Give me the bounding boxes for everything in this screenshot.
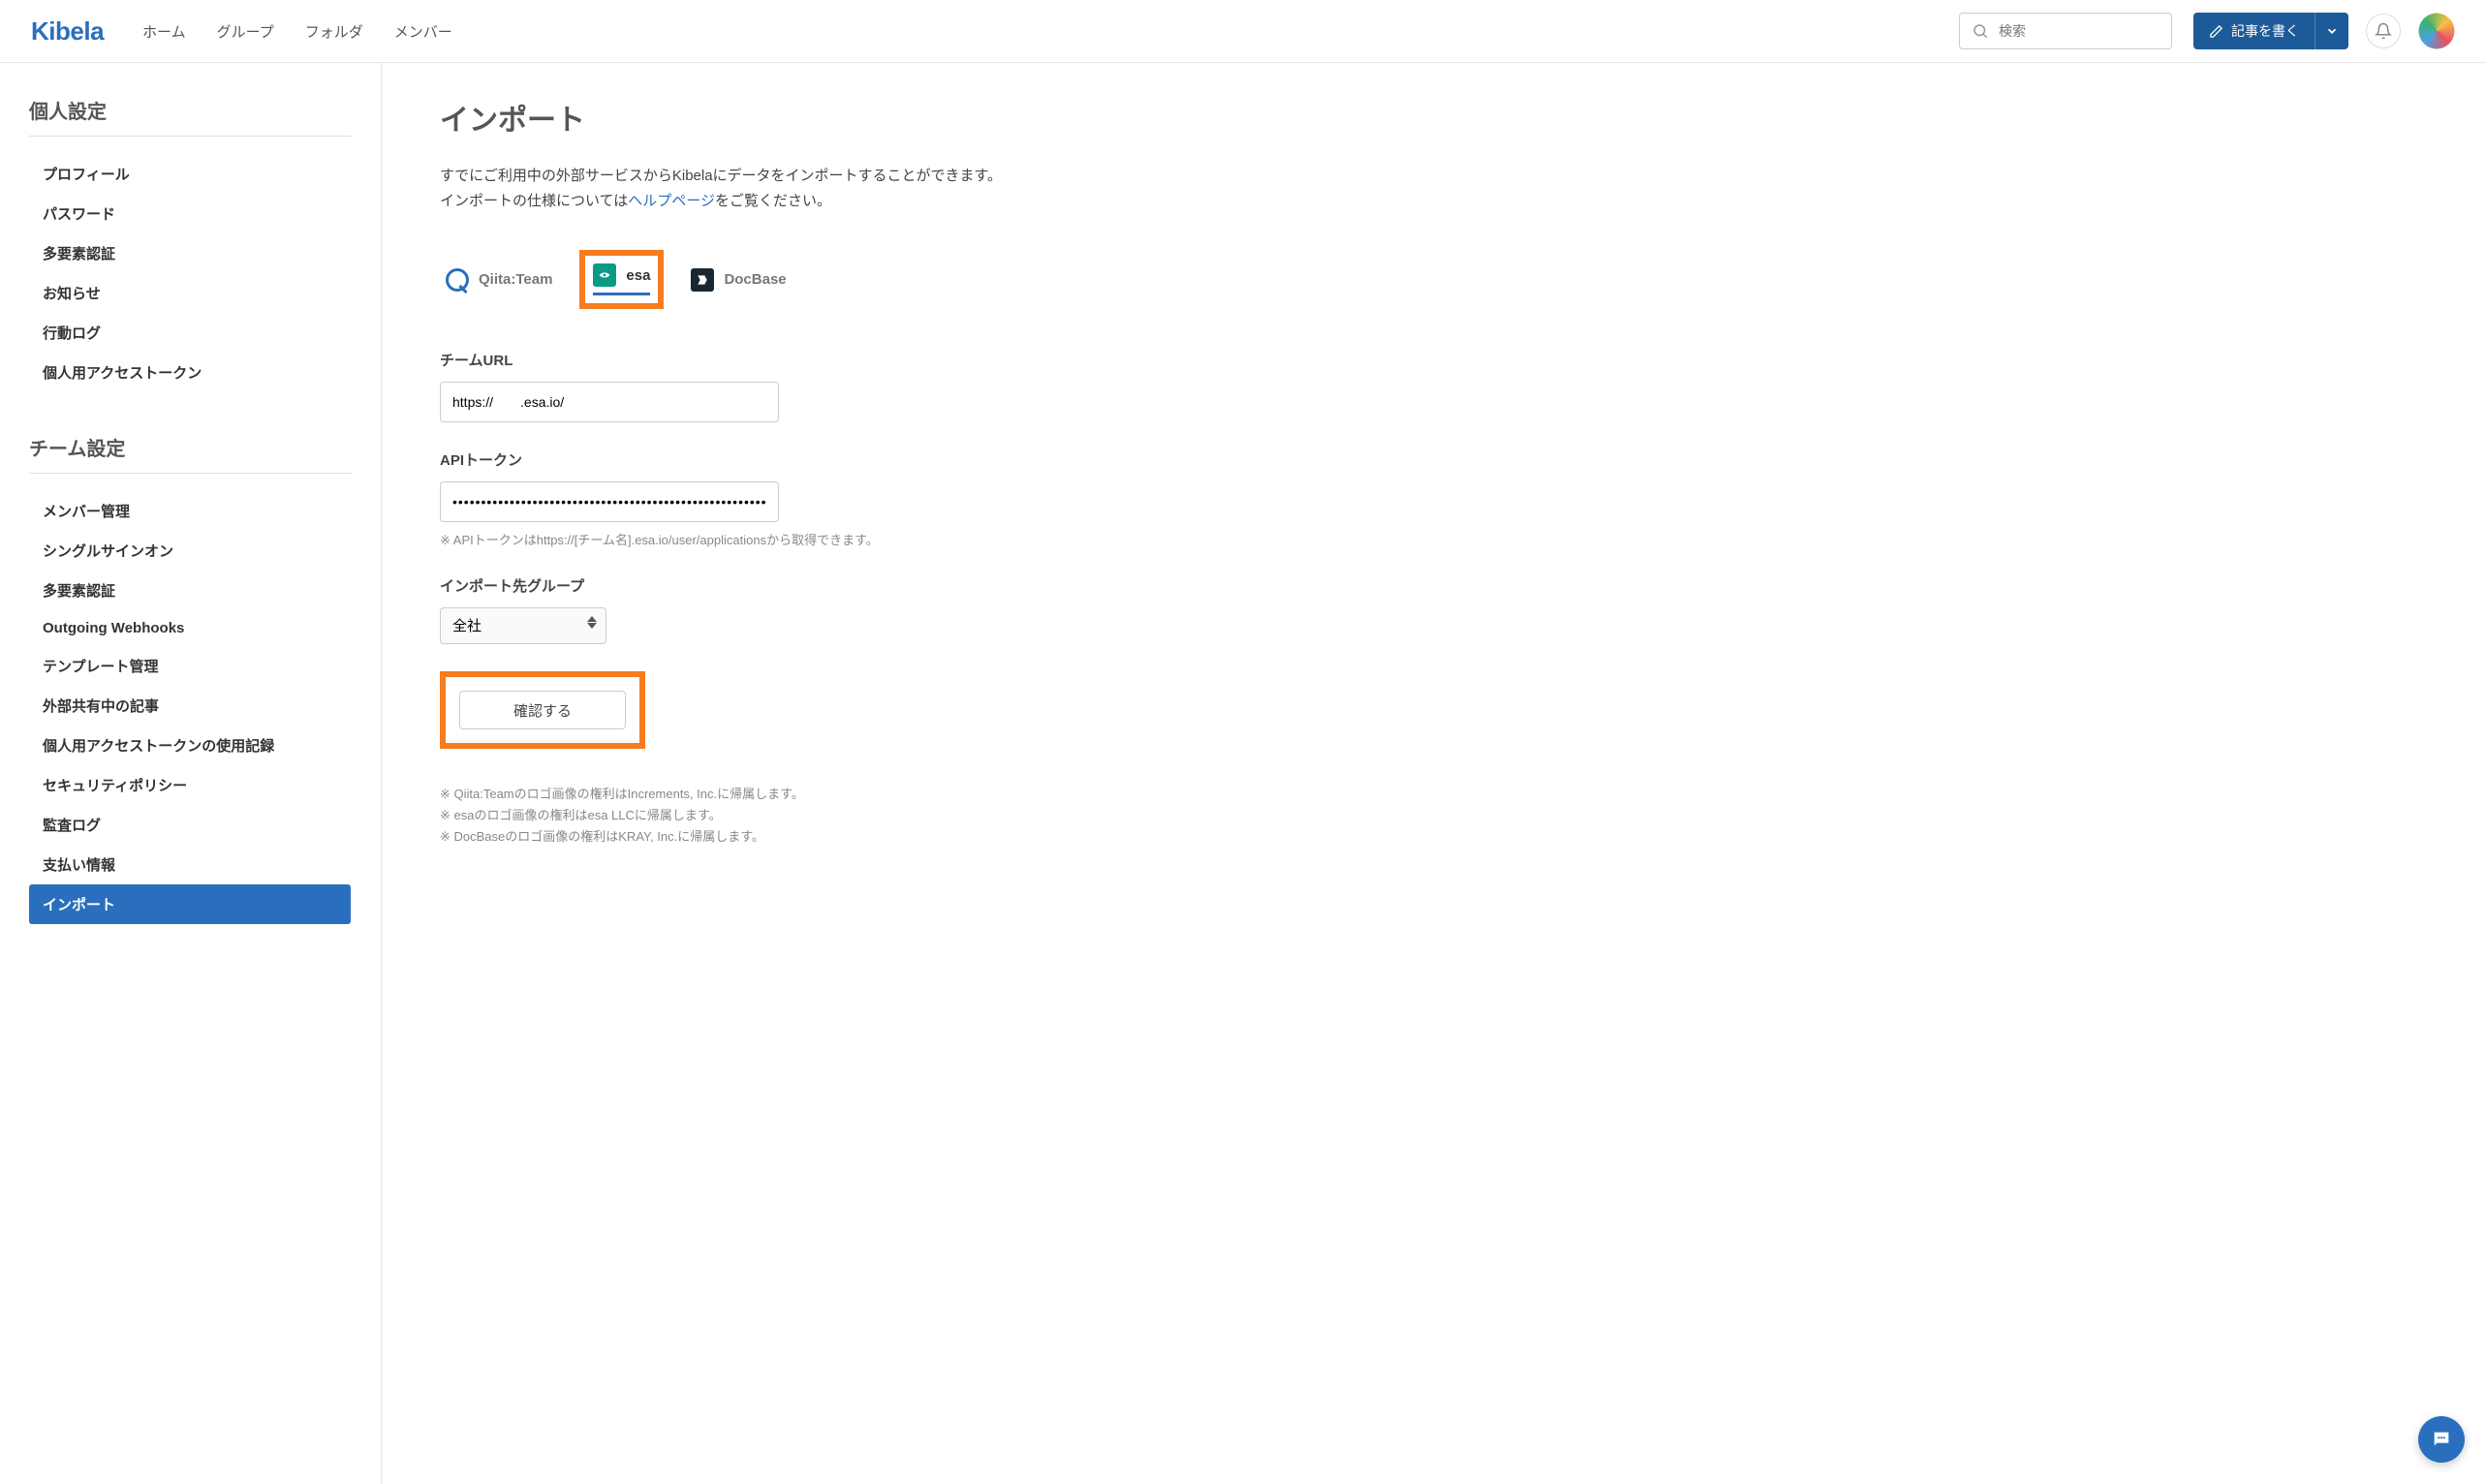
sidebar-item-tokens[interactable]: 個人用アクセストークン (29, 353, 352, 392)
sidebar-item-notices[interactable]: お知らせ (29, 273, 352, 313)
footnote-docbase: ※ DocBaseのロゴ画像の権利はKRAY, Inc.に帰属します。 (440, 826, 2428, 848)
nav-groups[interactable]: グループ (217, 21, 274, 42)
logo[interactable]: Kibela (31, 16, 104, 46)
docbase-icon (691, 268, 714, 292)
intro-line2: インポートの仕様についてはヘルプページをご覧ください。 (440, 189, 2428, 214)
sidebar-item-shared[interactable]: 外部共有中の記事 (29, 686, 352, 726)
sidebar-item-members[interactable]: メンバー管理 (29, 491, 352, 531)
sidebar-section-personal: 個人設定 (29, 96, 352, 137)
sidebar-item-webhooks[interactable]: Outgoing Webhooks (29, 610, 352, 646)
chevron-down-icon (2325, 24, 2339, 38)
service-esa-label: esa (626, 267, 650, 284)
intro-line1: すでにご利用中の外部サービスからKibelaにデータをインポートすることができま… (440, 164, 2428, 189)
api-token-hint: ※ APIトークンはhttps://[チーム名].esa.io/user/app… (440, 530, 2428, 548)
sidebar-item-activity[interactable]: 行動ログ (29, 313, 352, 353)
sidebar-item-sso[interactable]: シングルサインオン (29, 531, 352, 571)
qiita-icon (446, 268, 469, 292)
service-tabs: Qiita:Team esa DocBase (440, 250, 2428, 309)
field-api-token: APIトークン ※ APIトークンはhttps://[チーム名].esa.io/… (440, 449, 2428, 548)
sidebar: 個人設定 プロフィール パスワード 多要素認証 お知らせ 行動ログ 個人用アクセ… (0, 63, 382, 1484)
service-docbase-label: DocBase (724, 271, 786, 288)
esa-icon (593, 263, 616, 287)
bell-icon (2375, 22, 2392, 40)
chat-fab[interactable] (2418, 1416, 2465, 1463)
sidebar-item-billing[interactable]: 支払い情報 (29, 845, 352, 884)
sidebar-item-team-mfa[interactable]: 多要素認証 (29, 571, 352, 610)
api-token-label: APIトークン (440, 449, 2428, 470)
service-qiita[interactable]: Qiita:Team (440, 261, 558, 299)
nav-home[interactable]: ホーム (142, 21, 186, 42)
sidebar-item-templates[interactable]: テンプレート管理 (29, 646, 352, 686)
nav-folders[interactable]: フォルダ (305, 21, 363, 42)
footnote-esa: ※ esaのロゴ画像の権利はesa LLCに帰属します。 (440, 805, 2428, 826)
group-select-wrap: 全社 (440, 607, 606, 644)
sidebar-item-audit[interactable]: 監査ログ (29, 805, 352, 845)
top-header: Kibela ホーム グループ フォルダ メンバー 記事を書く (0, 0, 2486, 63)
service-docbase[interactable]: DocBase (685, 261, 792, 299)
sidebar-item-profile[interactable]: プロフィール (29, 154, 352, 194)
pencil-icon (2209, 24, 2223, 39)
group-label: インポート先グループ (440, 575, 2428, 596)
intro-text: すでにご利用中の外部サービスからKibelaにデータをインポートすることができま… (440, 164, 2428, 213)
field-team-url: チームURL (440, 350, 2428, 422)
write-button-group: 記事を書く (2193, 13, 2348, 49)
team-url-input[interactable] (440, 382, 779, 422)
avatar[interactable] (2418, 13, 2455, 49)
service-esa-highlight: esa (579, 250, 664, 309)
team-url-label: チームURL (440, 350, 2428, 370)
sidebar-item-import[interactable]: インポート (29, 884, 351, 924)
write-dropdown[interactable] (2315, 13, 2348, 49)
service-esa[interactable]: esa (593, 263, 650, 295)
confirm-button[interactable]: 確認する (459, 691, 626, 729)
api-token-input[interactable] (440, 481, 779, 522)
sidebar-item-password[interactable]: パスワード (29, 194, 352, 233)
sidebar-item-mfa[interactable]: 多要素認証 (29, 233, 352, 273)
main-content: インポート すでにご利用中の外部サービスからKibelaにデータをインポートする… (382, 63, 2486, 1484)
help-link[interactable]: ヘルプページ (628, 193, 715, 209)
notifications-button[interactable] (2366, 14, 2401, 48)
field-group: インポート先グループ 全社 (440, 575, 2428, 644)
write-button[interactable]: 記事を書く (2193, 13, 2315, 49)
write-button-label: 記事を書く (2231, 21, 2299, 41)
search-icon (1972, 22, 1989, 40)
sidebar-item-token-usage[interactable]: 個人用アクセストークンの使用記録 (29, 726, 352, 765)
nav-members[interactable]: メンバー (394, 21, 452, 42)
main-nav: ホーム グループ フォルダ メンバー (142, 21, 452, 42)
search-box[interactable] (1959, 13, 2172, 49)
sidebar-item-security[interactable]: セキュリティポリシー (29, 765, 352, 805)
footnote-qiita: ※ Qiita:Teamのロゴ画像の権利はIncrements, Inc.に帰属… (440, 784, 2428, 805)
search-input[interactable] (1999, 23, 2160, 39)
footnotes: ※ Qiita:Teamのロゴ画像の権利はIncrements, Inc.に帰属… (440, 784, 2428, 848)
page-title: インポート (440, 96, 2428, 139)
group-select[interactable]: 全社 (440, 607, 606, 644)
confirm-highlight: 確認する (440, 671, 645, 749)
service-qiita-label: Qiita:Team (479, 271, 552, 288)
chat-icon (2431, 1429, 2452, 1450)
sidebar-section-team: チーム設定 (29, 433, 352, 474)
